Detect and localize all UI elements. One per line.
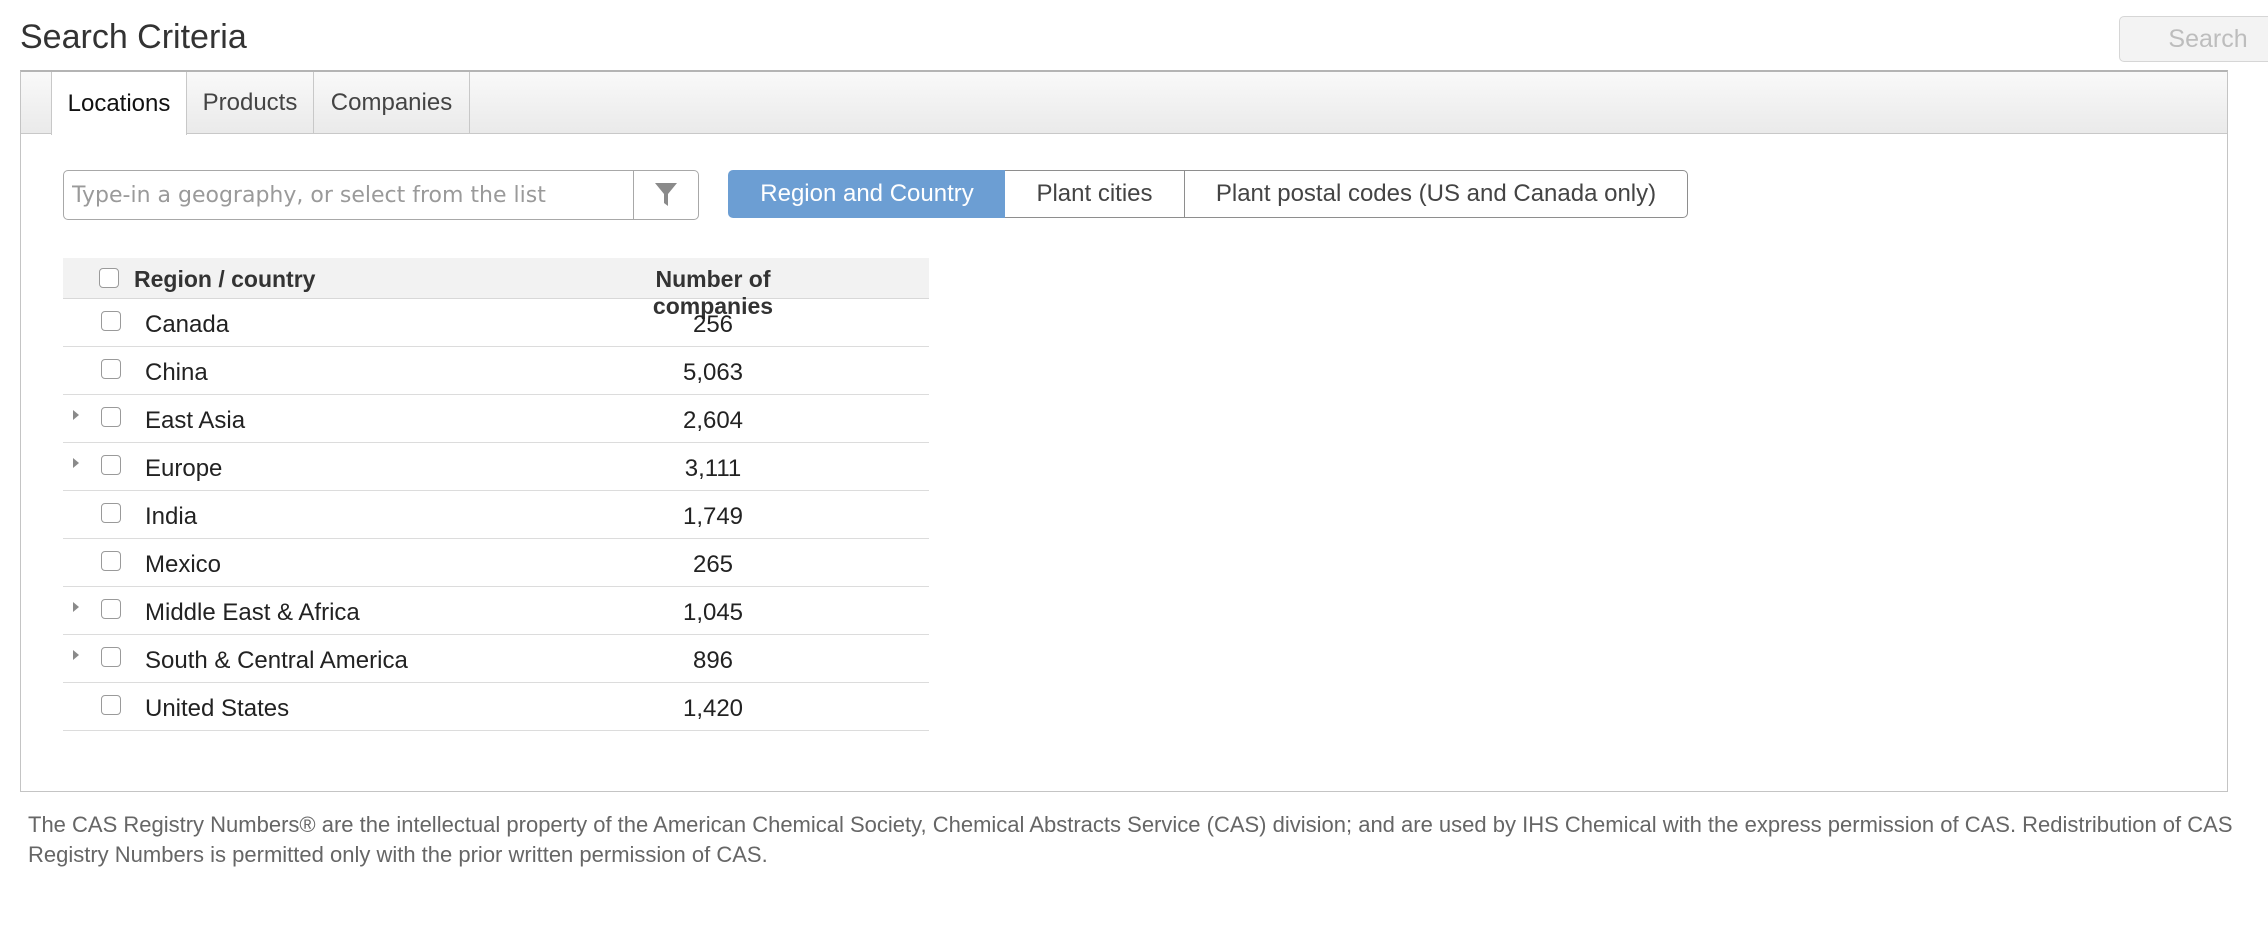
- view-mode-region-country[interactable]: Region and Country: [728, 170, 1006, 218]
- region-name: Mexico: [145, 551, 222, 578]
- table-row[interactable]: Canada 256: [63, 299, 929, 347]
- region-name: Europe: [145, 455, 223, 482]
- table-row[interactable]: India 1,749: [63, 491, 929, 539]
- view-mode-plant-cities[interactable]: Plant cities: [1005, 170, 1185, 218]
- region-name: India: [145, 503, 198, 530]
- table-row[interactable]: China 5,063: [63, 347, 929, 395]
- company-count: 1,420: [682, 695, 744, 722]
- select-all-checkbox[interactable]: [99, 268, 119, 288]
- row-checkbox[interactable]: [101, 695, 121, 715]
- tab-products[interactable]: Products: [187, 72, 314, 134]
- company-count: 896: [692, 647, 734, 674]
- expand-caret-icon[interactable]: [73, 650, 79, 660]
- company-count: 5,063: [682, 359, 744, 386]
- row-checkbox[interactable]: [101, 359, 121, 379]
- row-checkbox[interactable]: [101, 551, 121, 571]
- region-name: China: [145, 359, 208, 386]
- region-table: Region / country Number of companies Can…: [63, 258, 929, 731]
- company-count: 3,111: [684, 455, 742, 482]
- table-row[interactable]: Middle East & Africa 1,045: [63, 587, 929, 635]
- table-header: Region / country Number of companies: [63, 258, 929, 319]
- table-row[interactable]: East Asia 2,604: [63, 395, 929, 443]
- region-name: United States: [145, 695, 290, 722]
- region-name: Canada: [145, 311, 230, 338]
- search-criteria-panel: Locations Products Companies Region and …: [20, 70, 2228, 792]
- row-checkbox[interactable]: [101, 503, 121, 523]
- search-button[interactable]: Search: [2119, 16, 2268, 62]
- view-mode-postal-codes[interactable]: Plant postal codes (US and Canada only): [1184, 170, 1688, 218]
- region-name: Middle East & Africa: [145, 599, 360, 626]
- table-row[interactable]: South & Central America 896: [63, 635, 929, 683]
- company-count: 1,749: [682, 503, 744, 530]
- expand-caret-icon[interactable]: [73, 458, 79, 468]
- cas-copyright-note: The CAS Registry Numbers® are the intell…: [28, 812, 2233, 867]
- company-count: 1,045: [682, 599, 744, 626]
- table-row[interactable]: United States 1,420: [63, 683, 929, 731]
- geography-search-input[interactable]: [64, 171, 634, 219]
- company-count: 256: [692, 311, 734, 338]
- tab-locations[interactable]: Locations: [51, 72, 187, 135]
- filter-button[interactable]: [633, 171, 698, 219]
- table-row[interactable]: Europe 3,111: [63, 443, 929, 491]
- company-count: 2,604: [682, 407, 744, 434]
- expand-caret-icon[interactable]: [73, 602, 79, 612]
- company-count: 265: [692, 551, 734, 578]
- tab-bar: Locations Products Companies: [21, 72, 2227, 135]
- row-checkbox[interactable]: [101, 599, 121, 619]
- expand-caret-icon[interactable]: [73, 410, 79, 420]
- geography-search: [63, 170, 699, 220]
- page-title: Search Criteria: [20, 18, 247, 56]
- row-checkbox[interactable]: [101, 407, 121, 427]
- region-name: South & Central America: [145, 647, 408, 674]
- filter-icon: [655, 183, 677, 206]
- region-name: East Asia: [145, 407, 246, 434]
- row-checkbox[interactable]: [101, 455, 121, 475]
- tab-companies[interactable]: Companies: [314, 72, 470, 134]
- row-checkbox[interactable]: [101, 647, 121, 667]
- column-header-region: Region / country: [134, 266, 316, 292]
- table-row[interactable]: Mexico 265: [63, 539, 929, 587]
- row-checkbox[interactable]: [101, 311, 121, 331]
